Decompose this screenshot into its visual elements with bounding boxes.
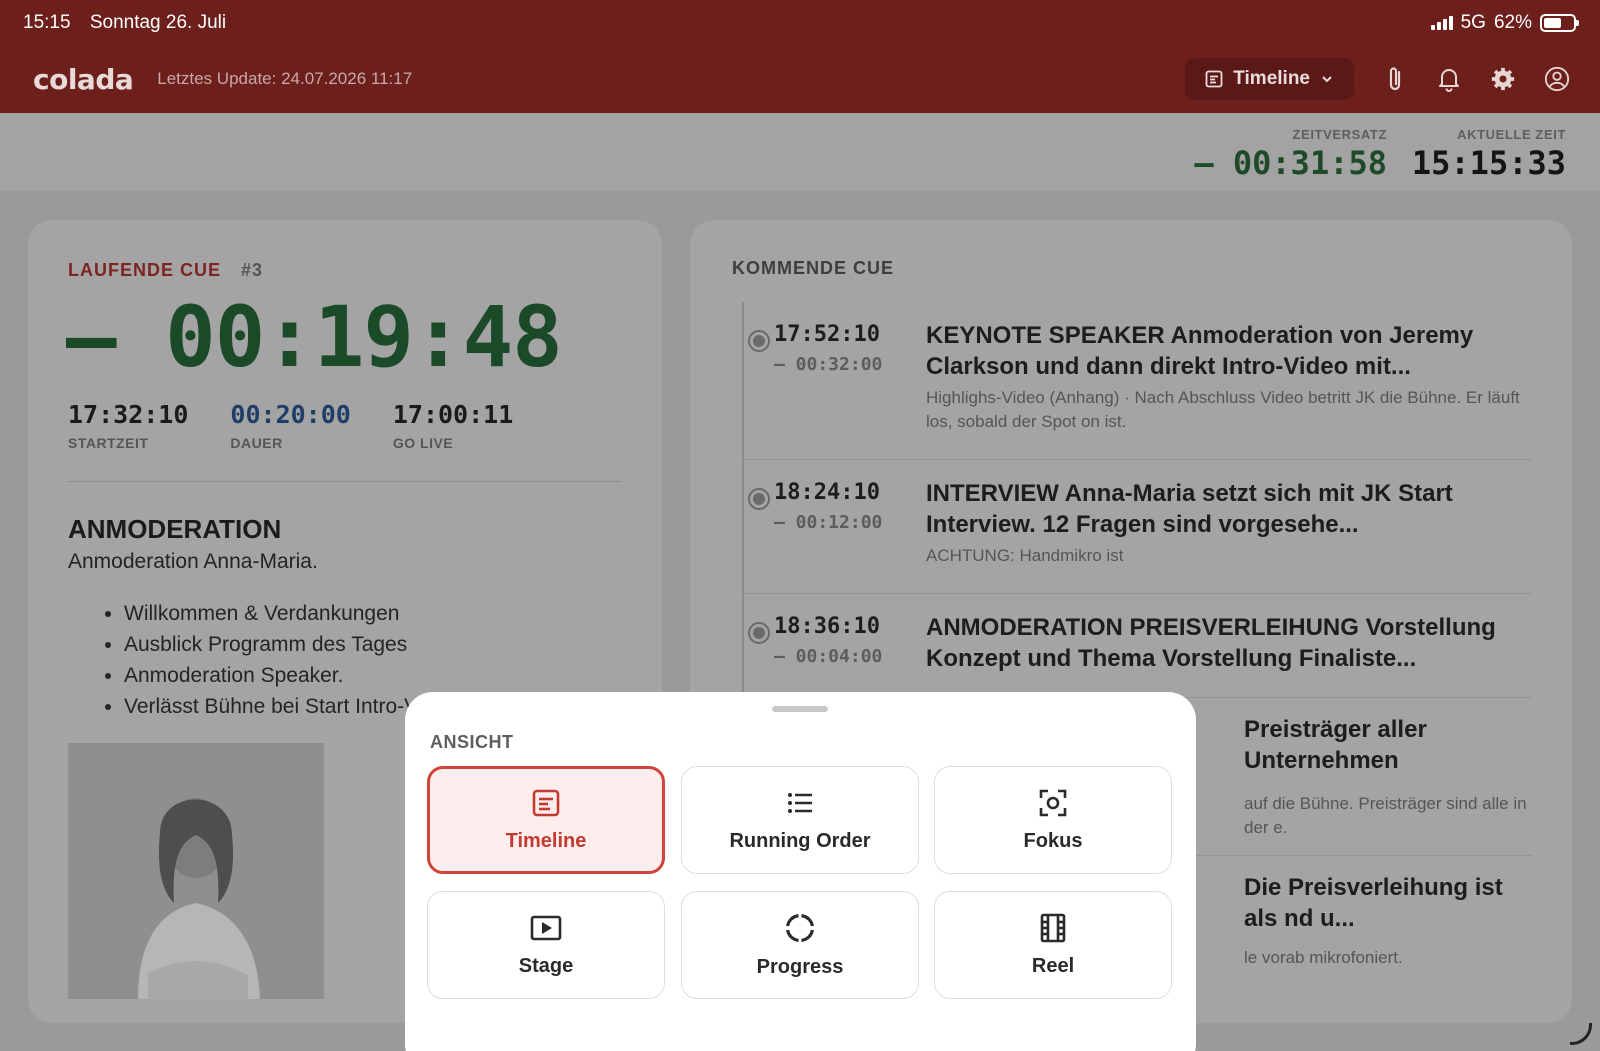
cue-bullet: Willkommen & Verdankungen bbox=[124, 598, 418, 629]
stat-duration: 00:20:00 DAUER bbox=[230, 400, 350, 451]
bell-icon[interactable] bbox=[1436, 66, 1462, 92]
cue-item-title: INTERVIEW Anna-Maria setzt sich mit JK S… bbox=[926, 480, 1453, 538]
stat-golive: 17:00:11 GO LIVE bbox=[393, 400, 513, 451]
signal-icon bbox=[1430, 16, 1453, 30]
timeline-icon bbox=[1205, 70, 1223, 88]
view-selector-label: Timeline bbox=[1233, 68, 1310, 89]
upcoming-cue-item[interactable]: 18:36:10 – 00:04:00 ANMODERATION PREISVE… bbox=[742, 594, 1532, 698]
cue-item-title: Preisträger aller Unternehmen bbox=[1244, 716, 1427, 774]
cue-time: 17:52:10 bbox=[774, 322, 880, 347]
view-option-timeline[interactable]: Timeline bbox=[427, 766, 665, 874]
cue-item-title: KEYNOTE SPEAKER Anmoderation von Jeremy … bbox=[926, 322, 1474, 380]
cue-status-icon bbox=[748, 330, 770, 352]
time-header: ZEITVERSATZ – 00:31:58 AKTUELLE ZEIT 15:… bbox=[0, 113, 1600, 191]
time-offset-value: – 00:31:58 bbox=[1194, 144, 1387, 182]
view-option-label: Stage bbox=[518, 954, 574, 977]
stat-golive-label: GO LIVE bbox=[392, 435, 454, 451]
view-sheet: ANSICHT Timeline Running Order Fokus Sta… bbox=[405, 692, 1196, 1051]
cue-item-title: ANMODERATION PREISVERLEIHUNG Vorstellung… bbox=[926, 614, 1496, 672]
cue-bullet: Ausblick Programm des Tages bbox=[124, 629, 418, 660]
sheet-label: ANSICHT bbox=[430, 732, 514, 752]
view-option-progress[interactable]: Progress bbox=[681, 891, 919, 999]
view-option-label: Fokus bbox=[1023, 829, 1083, 852]
chevron-down-icon bbox=[1322, 76, 1332, 83]
running-cue-label: LAUFENDE CUE bbox=[68, 260, 222, 280]
cue-item-note: Highlighs-Video (Anhang) · Nach Abschlus… bbox=[926, 388, 1520, 431]
focus-icon bbox=[1039, 789, 1067, 816]
running-cue-header: LAUFENDE CUE #3 bbox=[68, 260, 263, 281]
view-option-label: Running Order bbox=[729, 829, 871, 852]
cue-countdown: – 00:32:00 bbox=[774, 354, 883, 375]
network-label: 5G bbox=[1460, 12, 1486, 33]
cue-bullet: Verlässt Bühne bei Start Intro-V bbox=[124, 691, 418, 722]
view-option-label: Reel bbox=[1031, 954, 1075, 977]
view-option-reel[interactable]: Reel bbox=[934, 891, 1172, 999]
app-logo: colada bbox=[33, 62, 134, 96]
stat-duration-label: DAUER bbox=[230, 435, 283, 451]
view-selector[interactable]: Timeline bbox=[1185, 58, 1354, 100]
current-time: AKTUELLE ZEIT 15:15:33 bbox=[1412, 127, 1566, 182]
battery-percent: 62% bbox=[1493, 12, 1532, 33]
cue-time: 18:24:10 bbox=[774, 480, 880, 505]
current-time-value: 15:15:33 bbox=[1411, 144, 1566, 182]
stat-start: 17:32:10 STARTZEIT bbox=[68, 400, 188, 451]
cue-item-note: ACHTUNG: Handmikro ist bbox=[926, 546, 1124, 565]
status-time: 15:15 bbox=[23, 12, 71, 33]
upcoming-cue-item[interactable]: 17:52:10 – 00:32:00 KEYNOTE SPEAKER Anmo… bbox=[742, 302, 1532, 460]
stat-duration-value: 00:20:00 bbox=[230, 400, 351, 429]
status-bar: 15:15 Sonntag 26. Juli 5G 62% bbox=[23, 11, 1579, 35]
app-bar: colada Letztes Update: 24.07.2026 11:17 … bbox=[33, 57, 1570, 101]
cue-item-note: auf die Bühne. Preisträger sind alle in … bbox=[1244, 794, 1527, 837]
play-icon bbox=[530, 915, 562, 940]
stat-golive-value: 17:00:11 bbox=[392, 400, 514, 429]
cue-bullet: Anmoderation Speaker. bbox=[124, 660, 418, 691]
cue-title: ANMODERATION bbox=[68, 514, 282, 544]
timeline-icon bbox=[532, 789, 560, 816]
status-date: Sonntag 26. Juli bbox=[89, 12, 227, 33]
time-offset: ZEITVERSATZ – 00:31:58 bbox=[1194, 127, 1387, 182]
view-option-label: Timeline bbox=[505, 829, 587, 852]
running-cue-number: #3 bbox=[241, 260, 264, 280]
attachment-icon[interactable] bbox=[1382, 66, 1408, 92]
stat-start-label: STARTZEIT bbox=[68, 435, 149, 451]
running-cue-remaining: – 00:19:48 bbox=[66, 288, 563, 386]
cue-subtitle: Anmoderation Anna-Maria. bbox=[68, 550, 318, 573]
cue-status-icon bbox=[748, 488, 770, 510]
resize-corner-icon bbox=[1570, 1023, 1592, 1045]
battery-icon bbox=[1540, 14, 1579, 32]
divider bbox=[68, 481, 622, 482]
top-bar: 15:15 Sonntag 26. Juli 5G 62% colada Let… bbox=[0, 0, 1600, 113]
upcoming-label: KOMMENDE CUE bbox=[732, 258, 895, 278]
upcoming-cue-item[interactable]: 18:24:10 – 00:12:00 INTERVIEW Anna-Maria… bbox=[742, 460, 1532, 594]
list-icon bbox=[788, 792, 812, 813]
view-option-running-order[interactable]: Running Order bbox=[681, 766, 919, 874]
stat-start-value: 17:32:10 bbox=[68, 400, 189, 429]
speaker-photo[interactable] bbox=[68, 743, 324, 999]
cue-status-icon bbox=[748, 622, 770, 644]
time-offset-label: ZEITVERSATZ bbox=[1292, 127, 1387, 142]
film-icon bbox=[1040, 913, 1066, 942]
user-icon[interactable] bbox=[1544, 66, 1570, 92]
current-time-label: AKTUELLE ZEIT bbox=[1457, 127, 1566, 142]
view-option-label: Progress bbox=[756, 955, 844, 978]
cue-bullets: Willkommen & Verdankungen Ausblick Progr… bbox=[124, 598, 418, 722]
view-option-fokus[interactable]: Fokus bbox=[934, 766, 1172, 874]
last-update: Letztes Update: 24.07.2026 11:17 bbox=[157, 69, 413, 88]
progress-icon bbox=[786, 913, 814, 942]
cue-item-title: Die Preisverleihung ist als nd u... bbox=[1244, 874, 1503, 932]
cue-countdown: – 00:04:00 bbox=[774, 646, 883, 667]
running-cue-stats: 17:32:10 STARTZEIT 00:20:00 DAUER 17:00:… bbox=[68, 400, 513, 451]
gear-icon[interactable] bbox=[1490, 66, 1516, 92]
cue-time: 18:36:10 bbox=[774, 614, 880, 639]
view-option-stage[interactable]: Stage bbox=[427, 891, 665, 999]
sheet-grabber[interactable] bbox=[772, 706, 828, 712]
cue-item-note: le vorab mikrofoniert. bbox=[1244, 948, 1403, 967]
cue-countdown: – 00:12:00 bbox=[774, 512, 883, 533]
